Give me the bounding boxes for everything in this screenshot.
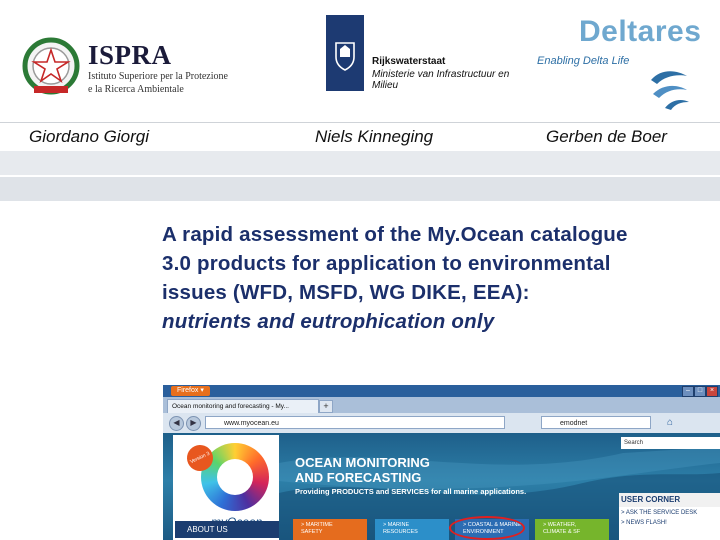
search-input[interactable]: emodnet [541,416,651,429]
about-us-link[interactable]: ABOUT US [175,521,279,538]
decorative-band [0,151,720,175]
title-line: 3.0 products for application to environm… [162,252,611,275]
highlight-ring [449,516,525,540]
url-bar[interactable]: www.myocean.eu [205,416,505,429]
user-corner-heading: USER CORNER [619,493,720,507]
user-corner-box: USER CORNER > ASK THE SERVICE DESK > NEW… [619,493,720,540]
firefox-menu-button[interactable]: Firefox ▾ [171,386,210,396]
author-band: Giordano Giorgi Niels Kinneging Gerben d… [0,122,720,152]
deltares-tagline: Enabling Delta Life [537,55,630,67]
rijkswaterstaat-logo: Rijkswaterstaat Ministerie van Infrastru… [322,15,532,95]
rws-ministry: Ministerie van Infrastructuur en Milieu [372,69,510,91]
tile-label: CLIMATE & SF [543,529,581,535]
tile-label: SAFETY [301,529,323,535]
home-icon[interactable]: ⌂ [667,417,679,428]
browser-tabbar: Ocean monitoring and forecasting - My...… [163,397,720,414]
title-subline: nutrients and eutrophication only [162,310,495,333]
ispra-subtitle: e la Ricerca Ambientale [88,84,184,95]
decorative-band [0,177,720,201]
minimize-icon[interactable]: – [682,386,694,397]
ispra-logo: ISPRA Istituto Superiore per la Protezio… [22,36,242,100]
site-tagline: Providing PRODUCTS and SERVICES for all … [295,487,527,496]
new-tab-button[interactable]: + [319,400,333,413]
forward-icon[interactable]: ▶ [186,416,201,431]
ispra-title: ISPRA [88,40,172,70]
rws-name: Rijkswaterstaat [372,56,446,67]
italian-emblem-icon [22,37,80,95]
browser-tab[interactable]: Ocean monitoring and forecasting - My... [167,399,319,414]
globe-center [217,459,253,495]
tile-label: > WEATHER, [543,522,577,528]
dutch-crest-icon [335,42,355,71]
tile-marine-resources[interactable]: > MARINE RESOURCES [375,519,449,540]
service-desk-link[interactable]: > ASK THE SERVICE DESK [621,510,697,516]
deltares-logo: Deltares Enabling Delta Life [535,15,715,110]
presentation-title: A rapid assessment of the My.Ocean catal… [162,220,712,336]
browser-navbar: ◀ ▶ www.myocean.eu emodnet ⌂ [163,413,720,433]
title-line: A rapid assessment of the My.Ocean catal… [162,223,628,246]
ispra-subtitle: Istituto Superiore per la Protezione [88,71,228,82]
deltares-name: Deltares [579,15,702,48]
tile-label: RESOURCES [383,529,418,535]
site-title: AND FORECASTING [295,470,422,485]
author-name: Gerben de Boer [546,127,667,146]
tile-maritime-safety[interactable]: > MARITIME SAFETY [293,519,367,540]
maximize-icon[interactable]: □ [694,386,706,397]
myocean-website: Version 3 myOcean ABOUT US OCEAN MONITOR… [163,433,720,540]
close-icon[interactable]: × [706,386,718,397]
site-title: OCEAN MONITORING [295,455,430,470]
tile-label: > MARITIME [301,522,333,528]
browser-screenshot: Firefox ▾ – □ × Ocean monitoring and for… [163,385,720,540]
title-line: issues (WFD, MSFD, WG DIKE, EEA): [162,281,530,304]
deltares-wave-icon [651,71,689,110]
news-flash-link[interactable]: > NEWS FLASH! [621,520,667,526]
tile-weather-climate[interactable]: > WEATHER, CLIMATE & SF [535,519,609,540]
browser-titlebar: Firefox ▾ – □ × [163,385,720,397]
back-icon[interactable]: ◀ [169,416,184,431]
site-search-field[interactable]: Search [621,437,720,449]
author-name: Giordano Giorgi [29,127,150,146]
tile-label: > MARINE [383,522,410,528]
author-name: Niels Kinneging [315,127,434,146]
